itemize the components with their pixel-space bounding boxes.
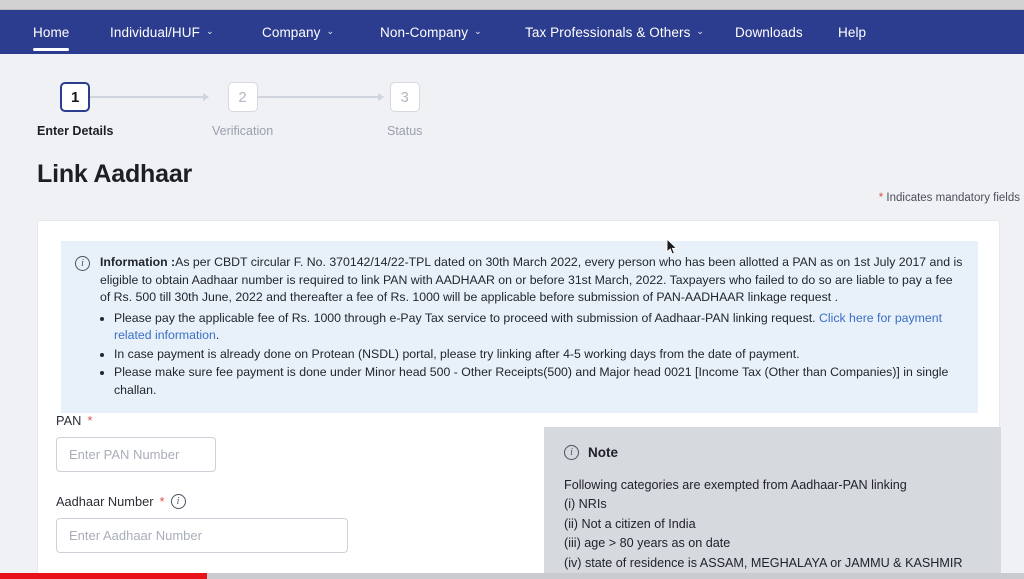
note-line: (iii) age > 80 years as on date	[564, 536, 731, 551]
information-heading: Information :	[100, 255, 176, 269]
stepper-step-3[interactable]: 3 Status	[387, 82, 422, 138]
information-bullet-text: Please make sure fee payment is done und…	[114, 365, 949, 397]
aadhaar-input-wrapper	[56, 518, 348, 553]
info-circle-icon: i	[75, 256, 90, 271]
information-lead-paragraph: Information :As per CBDT circular F. No.…	[100, 254, 964, 307]
nav-item-label: Home	[33, 24, 70, 40]
note-info-icon: i	[564, 445, 579, 460]
note-title: Note	[588, 445, 618, 460]
page-title: Link Aadhaar	[37, 160, 193, 188]
information-bullet: Please make sure fee payment is done und…	[114, 364, 964, 399]
aadhaar-label-text: Aadhaar Number	[56, 494, 154, 509]
information-bullet: In case payment is already done on Prote…	[114, 346, 964, 364]
information-bullet: Please pay the applicable fee of Rs. 100…	[114, 310, 964, 345]
information-bullet-list: Please pay the applicable fee of Rs. 100…	[100, 310, 964, 400]
nav-item-label: Individual/HUF	[110, 24, 200, 40]
aadhaar-input[interactable]	[56, 518, 348, 553]
information-lead-text: As per CBDT circular F. No. 370142/14/22…	[100, 255, 963, 304]
pan-input[interactable]	[56, 437, 216, 472]
browser-chrome-strip	[0, 0, 1024, 10]
nav-item-label: Non-Company	[380, 24, 469, 40]
nav-item-help[interactable]: Help	[838, 10, 866, 54]
mandatory-fields-note: * Indicates mandatory fields	[879, 192, 1020, 204]
note-line: Following categories are exempted from A…	[564, 478, 907, 492]
stepper-step-2[interactable]: 2 Verification	[212, 82, 273, 138]
pan-required-star: *	[87, 413, 93, 428]
note-body: Following categories are exempted from A…	[564, 476, 981, 573]
main-navigation-bar: Home Individual/HUF ⌄ Company ⌄ Non-Company ⌄ T…	[0, 10, 1024, 54]
chevron-down-icon: ⌄	[205, 25, 214, 36]
content-card: i Information :As per CBDT circular F. N…	[37, 220, 1001, 579]
information-banner: i Information :As per CBDT circular F. N…	[61, 241, 978, 414]
note-line: (i) NRIs	[564, 497, 607, 512]
nav-item-downloads[interactable]: Downloads	[735, 10, 803, 54]
information-bullet-tail: .	[215, 328, 220, 343]
chevron-down-icon: ⌄	[696, 25, 705, 36]
nav-item-individual-huf[interactable]: Individual/HUF ⌄	[110, 10, 214, 54]
stepper-step-1[interactable]: 1 Enter Details	[37, 82, 113, 138]
note-panel: i Note Following categories are exempted…	[544, 427, 1001, 579]
pan-input-wrapper	[56, 437, 216, 472]
stepper-step-number: 3	[389, 82, 420, 112]
chevron-down-icon: ⌄	[474, 25, 482, 36]
nav-item-company[interactable]: Company ⌄	[262, 10, 334, 54]
nav-item-tax-professionals-others[interactable]: Tax Professionals & Others ⌄	[525, 10, 704, 54]
progress-stepper: 1 Enter Details 2 Verification 3 Status	[37, 82, 457, 144]
aadhaar-field-label: Aadhaar Number * i	[56, 494, 526, 509]
stepper-step-number: 1	[60, 82, 91, 112]
screen-root: Home Individual/HUF ⌄ Company ⌄ Non-Company ⌄ T…	[0, 0, 1024, 579]
nav-item-label: Company	[262, 24, 321, 40]
stepper-step-label: Status	[387, 124, 423, 138]
bottom-progress-fill	[0, 573, 207, 579]
stepper-step-label: Enter Details	[37, 124, 114, 138]
information-banner-body: Information :As per CBDT circular F. No.…	[100, 254, 964, 399]
note-header: i Note	[564, 445, 981, 460]
nav-item-non-company[interactable]: Non-Company ⌄	[380, 10, 482, 54]
nav-item-home[interactable]: Home	[33, 10, 70, 54]
stepper-step-label: Verification	[212, 124, 274, 138]
form-column: PAN * Aadhaar Number * i	[56, 413, 526, 553]
pan-label-text: PAN	[56, 413, 82, 428]
chevron-down-icon: ⌄	[326, 25, 335, 36]
note-line: (ii) Not a citizen of India	[564, 516, 696, 531]
aadhaar-info-icon[interactable]: i	[170, 494, 186, 509]
bottom-progress-bar	[0, 573, 1024, 579]
information-bullet-text: Please pay the applicable fee of Rs. 100…	[114, 310, 819, 325]
nav-item-label: Help	[838, 24, 867, 40]
nav-item-label: Downloads	[735, 24, 803, 40]
note-line: (iv) state of residence is ASSAM, MEGHAL…	[564, 555, 963, 570]
mandatory-text: Indicates mandatory fields	[883, 192, 1020, 204]
pan-field-label: PAN *	[56, 413, 526, 428]
nav-item-label: Tax Professionals & Others	[525, 24, 691, 40]
stepper-step-number: 2	[227, 82, 258, 112]
information-bullet-text: In case payment is already done on Prote…	[114, 346, 800, 361]
aadhaar-required-star: *	[159, 494, 165, 509]
